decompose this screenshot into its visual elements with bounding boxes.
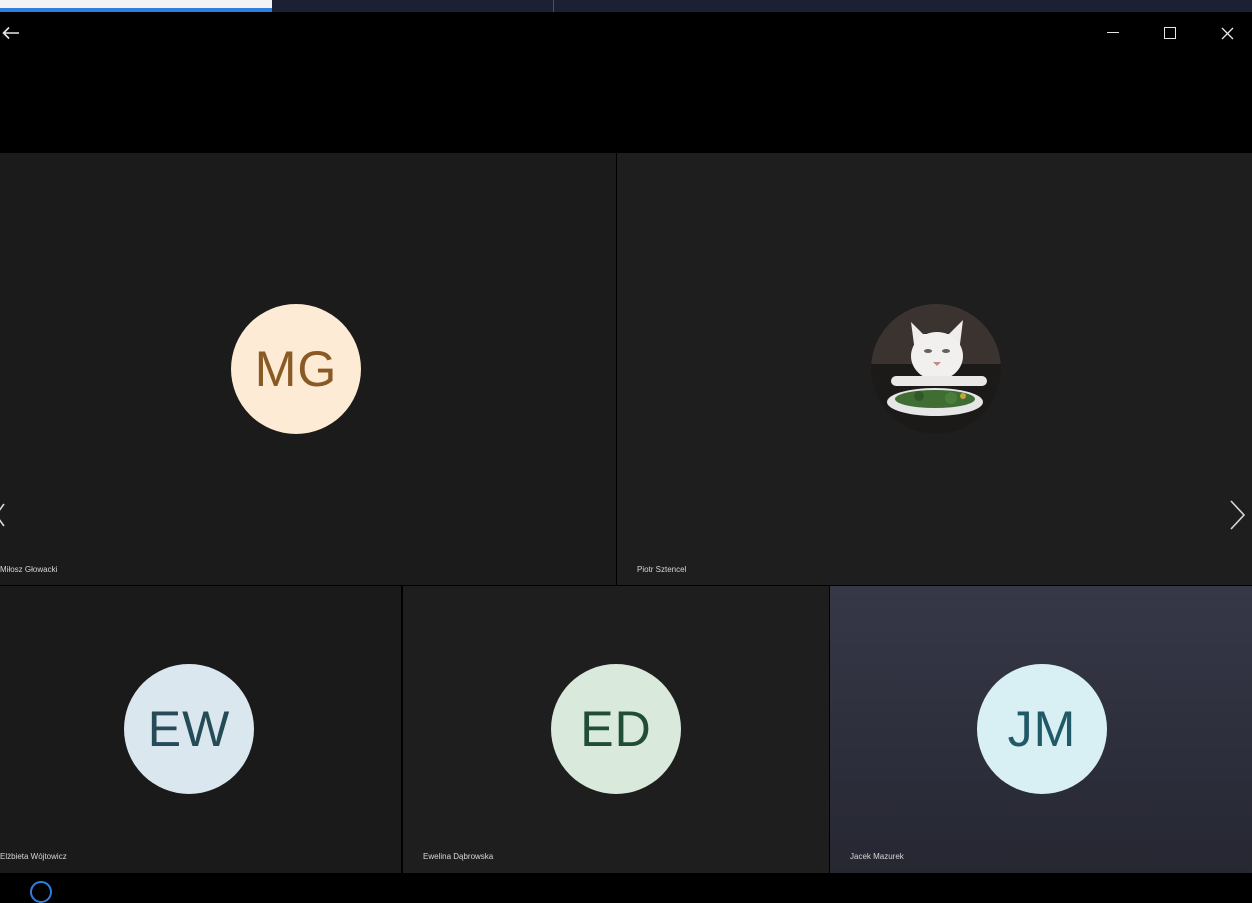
minimize-button[interactable]: [1097, 20, 1129, 46]
active-tab-indicator[interactable]: [0, 0, 272, 12]
start-button[interactable]: [30, 881, 52, 903]
maximize-button[interactable]: [1154, 20, 1186, 46]
avatar: JM: [977, 664, 1107, 794]
avatar-initials: EW: [147, 701, 231, 757]
close-button[interactable]: [1211, 20, 1243, 46]
avatar-initials: MG: [254, 341, 338, 397]
tab-divider: [553, 0, 554, 12]
participant-name: Elżbieta Wójtowicz: [0, 852, 67, 861]
participant-tile[interactable]: Piotr Sztencel: [617, 153, 1252, 585]
chevron-left-icon: [0, 503, 5, 527]
minimize-icon: [1107, 32, 1119, 33]
participant-name: Piotr Sztencel: [637, 565, 687, 574]
cat-photo-icon: [871, 304, 1001, 434]
arrow-left-icon: [2, 26, 19, 40]
participant-tile[interactable]: MG Miłosz Głowacki: [0, 153, 616, 585]
title-bar: [0, 12, 1252, 153]
participant-tile[interactable]: EW Elżbieta Wójtowicz: [0, 586, 401, 873]
previous-page-button[interactable]: [0, 498, 10, 532]
avatar: MG: [231, 304, 361, 434]
participant-tile[interactable]: JM Jacek Mazurek: [830, 586, 1252, 873]
avatar-initials: JM: [1007, 701, 1077, 757]
bottom-bar: [0, 873, 1252, 903]
maximize-icon: [1164, 27, 1176, 39]
chevron-right-icon: [1230, 500, 1246, 530]
taskbar-strip: [0, 0, 1252, 12]
participant-name: Jacek Mazurek: [850, 852, 904, 861]
next-page-button[interactable]: [1226, 498, 1248, 532]
avatar-photo: [871, 304, 1001, 434]
close-icon: [1221, 27, 1233, 39]
avatar: ED: [551, 664, 681, 794]
participant-tile[interactable]: ED Ewelina Dąbrowska: [403, 586, 829, 873]
avatar: EW: [124, 664, 254, 794]
back-button[interactable]: [0, 20, 22, 46]
participant-name: Ewelina Dąbrowska: [423, 852, 494, 861]
avatar-initials: ED: [580, 701, 652, 757]
participant-name: Miłosz Głowacki: [0, 565, 58, 574]
